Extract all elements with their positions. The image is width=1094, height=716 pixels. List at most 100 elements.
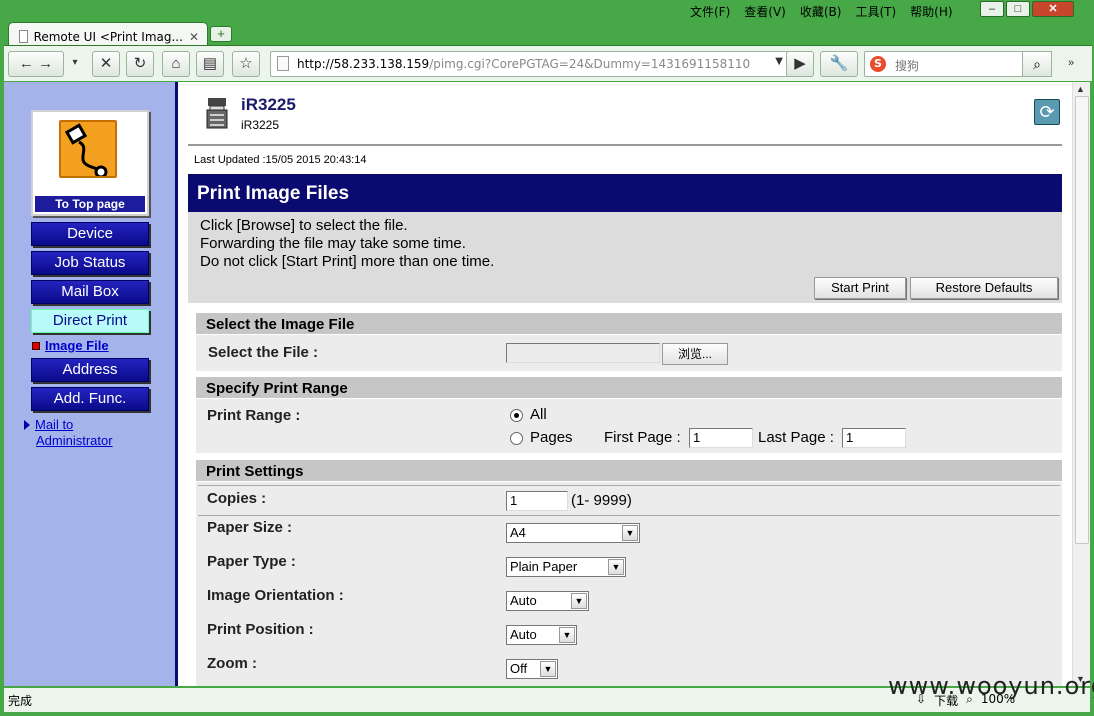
maximize-icon[interactable]: □ [1006, 1, 1030, 17]
divider [198, 485, 1060, 486]
image-orientation-select[interactable]: Auto ▼ [506, 591, 589, 611]
paper-type-select[interactable]: Plain Paper ▼ [506, 557, 626, 577]
stop-icon[interactable]: ✕ [92, 51, 120, 77]
zoom-select[interactable]: Off ▼ [506, 659, 558, 679]
print-settings-section: Print Settings Copies : 1 (1- 9999) Pape… [196, 460, 1062, 686]
print-range-label: Print Range : [207, 407, 301, 424]
paper-size-select[interactable]: A4 ▼ [506, 523, 640, 543]
intro-line: Click [Browse] to select the file. [200, 217, 408, 234]
image-orientation-value: Auto [510, 593, 537, 608]
chevron-down-icon: ▼ [622, 525, 638, 541]
last-page-label: Last Page : [758, 429, 834, 446]
refresh-icon[interactable]: ⟳ [1034, 99, 1060, 125]
menu-view[interactable]: 查看(V) [744, 3, 786, 21]
tab-title: Remote UI <Print Imag... [33, 29, 183, 44]
reload-icon[interactable]: ↻ [126, 51, 154, 77]
page-title: Print Image Files [188, 174, 1062, 212]
intro-line: Forwarding the file may take some time. [200, 235, 466, 252]
print-position-label: Print Position : [207, 621, 314, 638]
last-page-input[interactable]: 1 [842, 428, 906, 448]
first-page-input[interactable]: 1 [689, 428, 753, 448]
watermark: www.wooyun.org [888, 672, 1094, 700]
tools-wrench-icon[interactable]: 🔧 [820, 51, 858, 77]
zoom-value: Off [510, 661, 528, 676]
back-forward-icon[interactable]: ← → [8, 51, 64, 77]
section-header: Specify Print Range [196, 377, 1062, 399]
web-content: To Top page Device Job Status Mail Box D… [4, 82, 1090, 686]
menu-tools[interactable]: 工具(T) [855, 3, 896, 21]
menu-help[interactable]: 帮助(H) [910, 3, 952, 21]
search-input[interactable]: S 搜狗 [864, 51, 1048, 77]
file-path-input[interactable] [506, 343, 660, 363]
page-icon [277, 56, 289, 71]
print-position-value: Auto [510, 627, 537, 642]
chevron-down-icon: ▼ [571, 593, 587, 609]
mail-admin-link[interactable]: Mail to Administrator [24, 417, 113, 448]
new-tab-icon[interactable]: + [210, 26, 232, 42]
zoom-label: Zoom : [207, 655, 257, 672]
search-icon[interactable]: ⌕ [1022, 51, 1052, 77]
chevron-down-icon: ▼ [559, 627, 575, 643]
window-controls: – □ ✕ [980, 1, 1074, 17]
mail-to-label: Mail to [35, 417, 74, 432]
address-bar[interactable]: http://58.233.138.159/pimg.cgi?CorePGTAG… [270, 51, 790, 77]
to-top-page-label: To Top page [35, 196, 145, 212]
url-dropdown-icon[interactable]: ▼ [775, 56, 783, 67]
start-print-button[interactable]: Start Print [814, 277, 906, 299]
search-placeholder: 搜狗 [895, 59, 920, 73]
vertical-scrollbar[interactable]: ▲ ▼ [1072, 82, 1090, 686]
paper-type-value: Plain Paper [510, 559, 578, 574]
minimize-icon[interactable]: – [980, 1, 1004, 17]
nav-add-func[interactable]: Add. Func. [31, 387, 149, 411]
divider [198, 515, 1060, 516]
history-dropdown-icon[interactable]: ▾ [66, 51, 84, 77]
select-file-label: Select the File : [208, 344, 319, 361]
paper-size-value: A4 [510, 525, 526, 540]
menu-favorites[interactable]: 收藏(B) [800, 3, 842, 21]
history-icon[interactable]: ▤ [196, 51, 224, 77]
browse-button[interactable]: 浏览... [662, 343, 728, 365]
favorite-star-icon[interactable]: ☆ [232, 51, 260, 77]
home-icon[interactable]: ⌂ [162, 51, 190, 77]
scrollbar-thumb[interactable] [1075, 96, 1089, 544]
copies-input[interactable]: 1 [506, 491, 568, 511]
range-pages-radio[interactable] [510, 432, 523, 445]
status-text: 完成 [8, 694, 33, 708]
paper-size-label: Paper Size : [207, 519, 293, 536]
go-icon[interactable]: ▶ [786, 51, 814, 77]
image-orientation-label: Image Orientation : [207, 587, 344, 604]
paper-type-label: Paper Type : [207, 553, 296, 570]
intro-panel: Click [Browse] to select the file. Forwa… [188, 212, 1062, 303]
nav-mail-box[interactable]: Mail Box [31, 280, 149, 304]
range-all-radio[interactable] [510, 409, 523, 422]
nav-image-file[interactable]: Image File [32, 338, 109, 353]
nav-address[interactable]: Address [31, 358, 149, 382]
scroll-up-icon[interactable]: ▲ [1076, 84, 1085, 94]
url-host: http://58.233.138.159 [297, 57, 430, 71]
administrator-label: Administrator [36, 433, 113, 448]
more-chevron-icon[interactable]: » [1060, 51, 1082, 77]
range-all-label: All [530, 406, 547, 423]
close-window-icon[interactable]: ✕ [1032, 1, 1074, 17]
section-header: Select the Image File [196, 313, 1062, 335]
top-page-icon [59, 120, 117, 178]
last-updated: Last Updated :15/05 2015 20:43:14 [194, 154, 367, 166]
to-top-page-button[interactable]: To Top page [31, 110, 149, 216]
range-pages-label: Pages [530, 429, 573, 446]
device-name: iR3225 [241, 95, 296, 114]
bullet-icon [32, 341, 40, 350]
nav-device[interactable]: Device [31, 222, 149, 246]
page-icon [19, 30, 28, 43]
menu-file[interactable]: 文件(F) [690, 3, 730, 21]
nav-job-status[interactable]: Job Status [31, 251, 149, 275]
browser-tab[interactable]: Remote UI <Print Imag... ✕ [8, 22, 208, 46]
first-page-label: First Page : [604, 429, 681, 446]
print-position-select[interactable]: Auto ▼ [506, 625, 577, 645]
restore-defaults-button[interactable]: Restore Defaults [910, 277, 1058, 299]
copies-label: Copies : [207, 490, 267, 507]
nav-direct-print[interactable]: Direct Print [31, 309, 149, 333]
device-model: iR3225 [241, 118, 280, 132]
close-tab-icon[interactable]: ✕ [189, 30, 199, 44]
printer-icon [206, 96, 228, 130]
print-range-section: Specify Print Range Print Range : All Pa… [196, 377, 1062, 453]
